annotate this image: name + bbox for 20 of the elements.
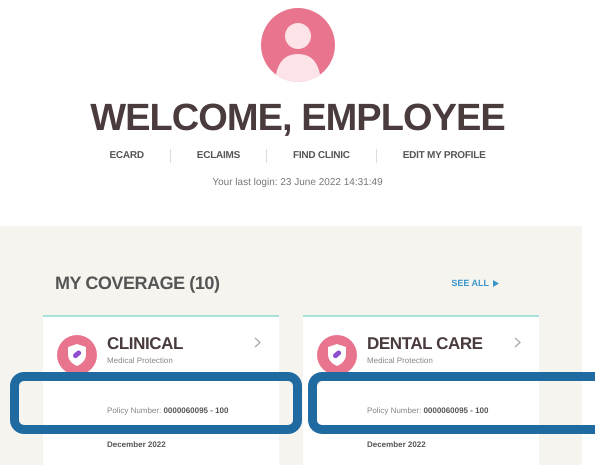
nav-link[interactable]: ECARD <box>109 148 144 163</box>
shield-icon <box>317 335 357 375</box>
shield-icon <box>57 335 97 375</box>
nav-link[interactable]: EDIT MY PROFILE <box>402 148 486 163</box>
last-login-text: Your last login: 23 June 2022 14:31:49 <box>212 176 383 190</box>
policy-number-text: Policy Number: 0000060095 - 100 <box>106 405 230 417</box>
expiry-text: December 2022 <box>106 439 167 451</box>
card-title: CLINICAL <box>107 333 183 355</box>
card-subtitle: Medical Protection <box>107 355 174 367</box>
policy-number-text: Policy Number: 0000060095 - 100 <box>366 405 490 417</box>
arrow-icon <box>493 280 499 287</box>
card-title: DENTAL CARE <box>367 333 483 355</box>
card-subtitle: Medical Protection <box>367 355 434 367</box>
expiry-text: December 2022 <box>366 439 427 451</box>
nav-link[interactable]: ECLAIMS <box>196 148 240 163</box>
welcome-title: WELCOME, EMPLOYEE <box>90 96 505 140</box>
coverage-heading: MY COVERAGE (10) <box>55 272 220 295</box>
chevron-right-icon <box>514 337 521 348</box>
nav-link[interactable]: FIND CLINIC <box>293 148 350 163</box>
chevron-right-icon <box>254 337 261 348</box>
